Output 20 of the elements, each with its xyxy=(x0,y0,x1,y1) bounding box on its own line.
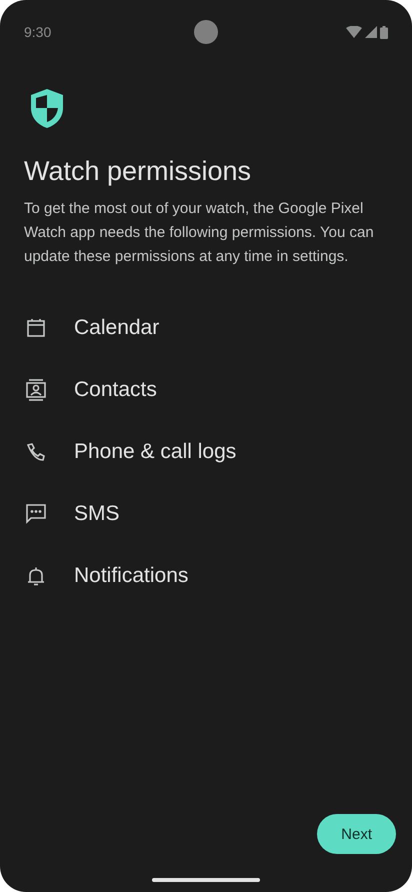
page-title: Watch permissions xyxy=(24,156,252,187)
permission-label: SMS xyxy=(74,502,120,526)
permission-label: Phone & call logs xyxy=(74,440,236,464)
battery-icon xyxy=(380,26,388,38)
bell-icon xyxy=(26,566,46,586)
shield-icon xyxy=(30,88,64,128)
description-text: To get the most out of your watch, the Google Pixel Watch app needs the following permissions. You can update these permissions at any time in settings. xyxy=(24,199,375,267)
phone-icon xyxy=(26,442,46,462)
contact-card-icon xyxy=(26,379,46,401)
next-button[interactable]: Next xyxy=(317,814,396,854)
chat-icon xyxy=(26,504,46,524)
permission-label: Notifications xyxy=(74,564,188,588)
permission-label: Contacts xyxy=(74,378,157,402)
signal-icon xyxy=(365,26,377,38)
wifi-icon xyxy=(346,26,362,38)
home-indicator[interactable] xyxy=(152,878,260,882)
permission-label: Calendar xyxy=(74,316,160,340)
status-time: 9:30 xyxy=(24,24,52,40)
calendar-icon xyxy=(26,318,46,338)
camera-cutout xyxy=(194,20,218,44)
